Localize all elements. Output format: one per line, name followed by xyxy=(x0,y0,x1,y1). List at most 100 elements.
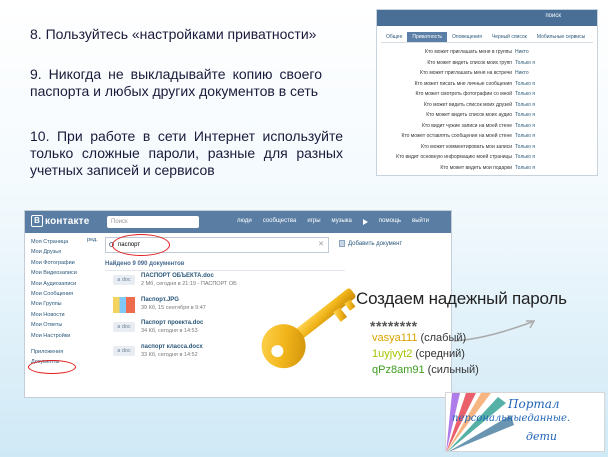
password-example-medium: 1uyjvyt2 (средний) xyxy=(372,348,465,360)
privacy-rows: Кто может приглашать меня в группы Никто … xyxy=(377,45,597,173)
password-strength: (слабый) xyxy=(420,332,467,344)
privacy-value[interactable]: Только я xyxy=(515,165,535,171)
privacy-question: Кто может видеть список моих друзей xyxy=(423,101,512,108)
sidebar-item-answers[interactable]: Мои Ответы xyxy=(31,320,101,330)
privacy-question: Кто видит основную информацию моей стран… xyxy=(396,154,512,161)
nav-people[interactable]: люди xyxy=(237,218,252,225)
tip-10-text: 10. При работе в сети Интернет используй… xyxy=(30,128,343,178)
privacy-question: Кто может приглашать меня в группы xyxy=(425,49,512,56)
document-icon xyxy=(339,240,345,247)
privacy-value[interactable]: Только я xyxy=(515,81,535,87)
privacy-value[interactable]: Только я xyxy=(515,144,535,150)
doc-type-badge: a doc xyxy=(113,345,135,356)
tab-mobile[interactable]: Мобильные сервисы xyxy=(532,32,590,42)
privacy-tabs: Общее Приватность Оповещения Черный спис… xyxy=(381,32,593,43)
sidebar-item-audio[interactable]: Мои Аудиозаписи xyxy=(31,279,101,289)
portal-logo-line2: персональныеданные. xyxy=(452,413,571,424)
privacy-question: Кто может видеть список моих аудио xyxy=(426,112,512,119)
privacy-value[interactable]: Только я xyxy=(515,91,535,97)
sidebar-item-groups[interactable]: Мои Группы xyxy=(31,299,101,309)
privacy-row: Кто может комментировать мои записи Тольк… xyxy=(377,142,597,153)
vk-sidebar: ред. Моя Страница Мои Друзья Мои Фотогра… xyxy=(31,237,101,368)
doc-name[interactable]: ПАСПОРТ ОБЪЕКТА.doc xyxy=(141,273,237,279)
password-value: qPz8am91 xyxy=(372,364,425,376)
vk-logo[interactable]: В контакте xyxy=(31,215,90,227)
privacy-value[interactable]: Только я xyxy=(515,102,535,108)
privacy-value[interactable]: Никто xyxy=(515,70,529,76)
privacy-row: Кто может видеть мои подарки Только я xyxy=(377,163,597,174)
sidebar-item-messages[interactable]: Мои Сообщения xyxy=(31,289,101,299)
portal-logo-line3: дети xyxy=(526,430,557,443)
privacy-question: Кто может видеть список моих групп xyxy=(427,59,512,66)
doc-type-badge: a doc xyxy=(113,322,135,332)
privacy-row: Кто видит основную информацию моей стран… xyxy=(377,152,597,163)
doc-name[interactable]: Паспорт проекта.doc xyxy=(141,320,203,326)
privacy-value[interactable]: Только я xyxy=(515,133,535,139)
privacy-value[interactable]: Только я xyxy=(515,154,535,160)
privacy-value[interactable]: Никто xyxy=(515,49,529,55)
privacy-question: Кто может оставлять сообщения на моей ст… xyxy=(401,133,512,140)
portal-logo[interactable]: Портал персональныеданные. дети xyxy=(445,392,605,452)
clear-icon[interactable]: ✕ xyxy=(318,238,324,252)
doc-name[interactable]: паспорт класса.docx xyxy=(141,344,203,350)
doc-meta: 33 Кб, сегодня в 14:52 xyxy=(141,351,198,358)
privacy-row: Кто может видеть список моих аудио Только… xyxy=(377,110,597,121)
privacy-question: Кто может смотреть фотографии со мной xyxy=(415,91,512,98)
vk-logo-text: контакте xyxy=(45,215,90,227)
privacy-question: Кто может видеть мои подарки xyxy=(440,164,512,171)
privacy-question: Кто может комментировать мои записи xyxy=(420,143,512,150)
tab-general[interactable]: Общее xyxy=(381,32,407,42)
tab-privacy[interactable]: Приватность xyxy=(407,32,448,42)
privacy-value[interactable]: Только я xyxy=(515,60,535,66)
vk-header: В контакте Поиск люди сообщества игры му… xyxy=(25,211,451,233)
password-example-weak: vasya111 (слабый) xyxy=(372,332,466,344)
privacy-row: Кто видит чужие записи на моей стене Толь… xyxy=(377,121,597,132)
portal-logo-line1: Портал xyxy=(508,397,560,411)
password-example-strong: qPz8am91 (сильный) xyxy=(372,364,479,376)
privacy-row: Кто может приглашать меня в группы Никто xyxy=(377,47,597,58)
doc-image-thumbnail xyxy=(113,296,135,313)
nav-music[interactable]: музыка xyxy=(332,218,352,225)
password-value: 1uyjvyt2 xyxy=(372,348,413,360)
privacy-settings-screenshot: поиск Общее Приватность Оповещения Черны… xyxy=(376,9,598,176)
privacy-row: Кто может видеть список моих друзей Тольк… xyxy=(377,100,597,111)
nav-help[interactable]: помощь xyxy=(379,218,401,225)
doc-type-badge: a doc xyxy=(113,275,135,285)
nav-games[interactable]: игры xyxy=(307,218,320,225)
nav-logout[interactable]: выйти xyxy=(412,218,429,225)
privacy-row: Кто может видеть список моих групп Только… xyxy=(377,58,597,69)
sidebar-item-news[interactable]: Мои Новости xyxy=(31,310,101,320)
privacy-question: Кто может писать мне личные сообщения xyxy=(414,80,512,87)
play-icon[interactable] xyxy=(362,219,368,225)
sidebar-item-apps[interactable]: Приложения xyxy=(31,347,101,357)
sidebar-item-settings[interactable]: Мои Настройки xyxy=(31,331,101,341)
tip-8-text: 8. Пользуйтесь «настройками приватности» xyxy=(30,26,317,42)
doc-meta: 2 Мб, сегодня в 21:19 - ПАСПОРТ ОБ xyxy=(141,281,237,287)
nav-communities[interactable]: сообщества xyxy=(263,218,297,225)
vk-logo-icon: В xyxy=(31,215,43,227)
vk-header-search-input[interactable]: Поиск xyxy=(107,216,199,228)
privacy-topbar: поиск xyxy=(377,10,597,26)
privacy-topbar-search[interactable]: поиск xyxy=(545,13,561,19)
privacy-value[interactable]: Только я xyxy=(515,112,535,118)
add-document-button[interactable]: Добавить документ xyxy=(339,240,402,247)
password-strength: (средний) xyxy=(415,348,465,360)
sidebar-item-videos[interactable]: Мои Видеозаписи xyxy=(31,268,101,278)
key-icon xyxy=(261,288,356,369)
privacy-row: Кто может писать мне личные сообщения Тол… xyxy=(377,79,597,90)
documents-highlight-ring xyxy=(28,360,76,374)
privacy-question: Кто видит чужие записи на моей стене xyxy=(421,122,512,129)
sidebar-item-friends[interactable]: Мои Друзья xyxy=(31,247,101,257)
sidebar-item-photos[interactable]: Мои Фотографии xyxy=(31,258,101,268)
password-title: Создаем надежный пароль xyxy=(356,289,567,308)
tab-blacklist[interactable]: Черный список xyxy=(487,32,532,42)
search-highlight-ring xyxy=(112,234,170,256)
tip-9-text: 9. Никогда не выкладывайте копию своего … xyxy=(30,66,322,99)
tab-notifications[interactable]: Оповещения xyxy=(447,32,487,42)
edit-link[interactable]: ред. xyxy=(87,237,98,243)
privacy-row: Кто может приглашать меня на встречи Никт… xyxy=(377,68,597,79)
doc-name[interactable]: Паспорт.JPG xyxy=(141,297,206,303)
privacy-value[interactable]: Только я xyxy=(515,123,535,129)
privacy-row: Кто может оставлять сообщения на моей ст… xyxy=(377,131,597,142)
privacy-question: Кто может приглашать меня на встречи xyxy=(420,70,512,77)
